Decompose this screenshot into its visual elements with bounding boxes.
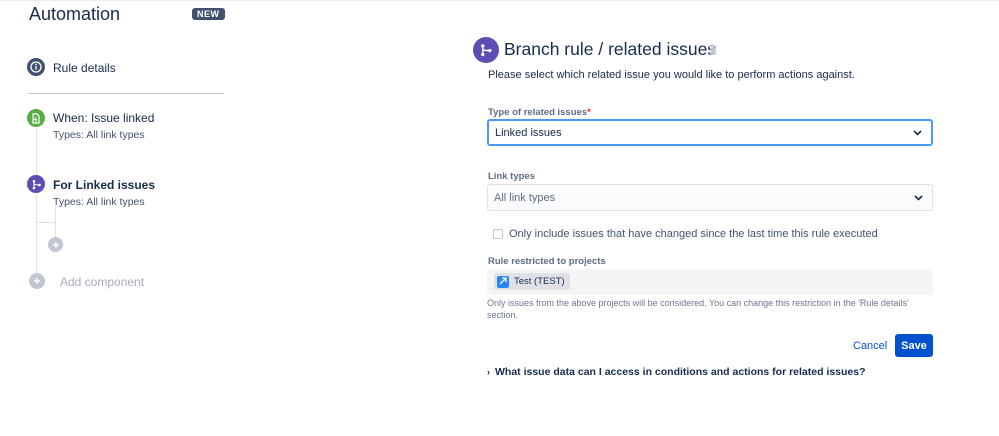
top-border xyxy=(0,0,999,1)
sidebar-item-rule-details[interactable]: Rule details xyxy=(53,61,116,75)
link-types-select[interactable]: All link types xyxy=(487,184,933,211)
projects-label: Rule restricted to projects xyxy=(488,256,606,267)
related-issues-help-label: What issue data can I access in conditio… xyxy=(495,366,866,378)
project-chip-label: Test (TEST) xyxy=(514,276,565,287)
add-branch-component-icon[interactable] xyxy=(48,237,63,252)
sidebar-item-trigger[interactable]: When: Issue linked xyxy=(53,111,154,125)
chevron-right-icon: › xyxy=(487,367,490,377)
branch-rule-icon xyxy=(473,37,499,63)
sidebar-divider xyxy=(28,93,224,94)
project-chip: Test (TEST) xyxy=(494,273,570,290)
sidebar-item-trigger-subtitle: Types: All link types xyxy=(53,129,145,141)
panel-title: Branch rule / related issues xyxy=(504,39,717,59)
add-component-button[interactable]: Add component xyxy=(60,275,144,289)
add-component-icon[interactable] xyxy=(29,273,45,289)
flow-connector xyxy=(36,194,37,274)
type-field-label-text: Type of related issues xyxy=(488,107,588,118)
link-types-label: Link types xyxy=(488,171,535,182)
new-badge: NEW xyxy=(192,8,225,20)
cancel-button[interactable]: Cancel xyxy=(847,334,893,357)
trash-icon[interactable] xyxy=(708,43,718,61)
required-mark: * xyxy=(587,107,591,118)
flow-connector xyxy=(36,128,37,175)
related-issue-type-select[interactable]: Linked issues xyxy=(487,119,933,146)
type-field-label: Type of related issues* xyxy=(488,107,591,118)
branch-icon[interactable] xyxy=(27,175,45,193)
flow-connector xyxy=(55,206,56,237)
save-button[interactable]: Save xyxy=(895,334,933,357)
sidebar-item-branch-subtitle: Types: All link types xyxy=(53,196,145,208)
related-issues-help-expander[interactable]: › What issue data can I access in condit… xyxy=(487,366,866,378)
page-title: Automation xyxy=(29,4,121,24)
changed-issues-checkbox-label[interactable]: Only include issues that have changed si… xyxy=(509,228,878,240)
changed-issues-checkbox[interactable] xyxy=(493,229,503,239)
chevron-down-icon xyxy=(914,192,923,204)
related-issue-type-value: Linked issues xyxy=(495,126,562,139)
chevron-down-icon xyxy=(913,127,922,139)
project-logo-icon xyxy=(497,275,509,288)
projects-help-text: Only issues from the above projects will… xyxy=(487,298,909,320)
sidebar-item-branch[interactable]: For Linked issues xyxy=(53,178,155,192)
info-icon[interactable] xyxy=(27,58,45,76)
trigger-icon[interactable] xyxy=(27,109,45,127)
link-types-placeholder: All link types xyxy=(494,191,556,204)
panel-description: Please select which related issue you wo… xyxy=(488,69,855,81)
flow-connector xyxy=(37,222,55,223)
